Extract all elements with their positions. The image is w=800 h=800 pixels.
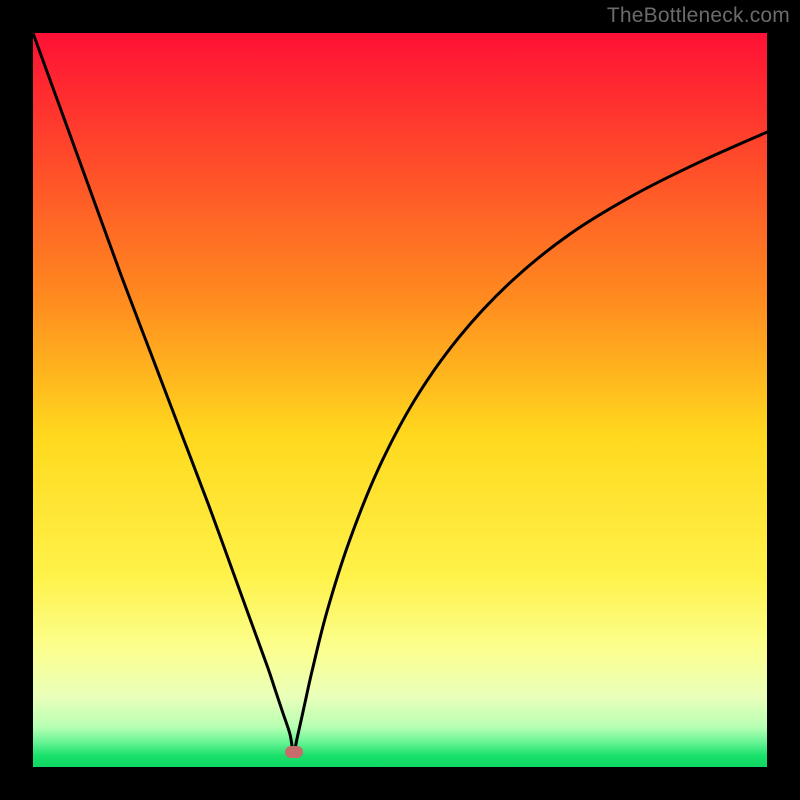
minimum-marker — [285, 746, 303, 758]
chart-frame: TheBottleneck.com — [0, 0, 800, 800]
curve-layer — [33, 33, 767, 767]
plot-area — [33, 33, 767, 767]
watermark-label: TheBottleneck.com — [607, 4, 790, 28]
bottleneck-curve — [33, 33, 767, 752]
